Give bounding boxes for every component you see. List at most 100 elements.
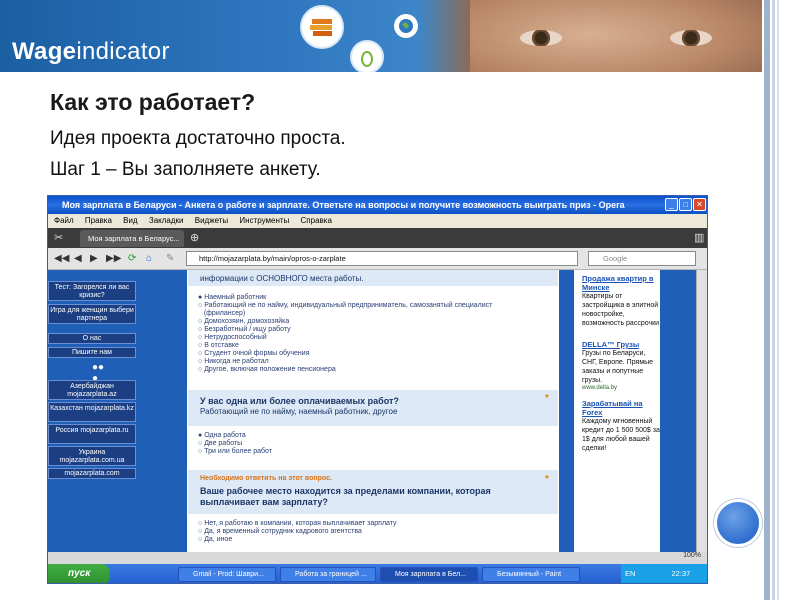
option-three-jobs[interactable]: ○ Три или более работ <box>198 448 272 455</box>
option-label: Домохозяин, домохозяйка <box>204 318 290 325</box>
nav-women-game[interactable]: Игра для женщин выбери партнера <box>48 304 136 324</box>
reload-icon[interactable]: ⟳ <box>128 253 136 264</box>
forward-icon[interactable]: ▶ <box>90 253 98 264</box>
option-one-job[interactable]: ● Одна работа <box>198 432 246 439</box>
option-label: Нетрудоспособный <box>204 334 267 341</box>
option-label: В отставке <box>204 342 239 349</box>
option-label: (фрилансер) <box>203 310 246 317</box>
books-icon <box>300 5 344 49</box>
tab-label: Моя зарплата в Беларус... <box>88 234 180 243</box>
browser-screenshot: Моя зарплата в Беларуси - Анкета о работ… <box>47 195 708 584</box>
option-student[interactable]: ○ Студент очной формы обучения <box>198 350 309 357</box>
back-icon[interactable]: ◀ <box>74 253 82 264</box>
option-employee[interactable]: ● Наемный работник <box>198 294 266 301</box>
nav-russia[interactable]: Россия mojazarplata.ru <box>48 424 136 444</box>
slide-title: Как это работает? <box>50 89 256 115</box>
menu-bar: Файл Правка Вид Закладки Виджеты Инструм… <box>48 214 707 228</box>
ad-3-body: Каждому мгновенный кредит до 1 500 500$ … <box>582 418 660 452</box>
nav-about[interactable]: О нас <box>48 333 136 344</box>
search-input[interactable]: Google <box>588 251 696 266</box>
ad-2-body: Грузы по Беларуси, СНГ, Европе. Прямые з… <box>582 350 654 384</box>
task-gmail[interactable]: Gmail - Prod: Шаври... <box>178 567 276 582</box>
option-works-in-company[interactable]: ○ Нет, я работаю в компании, которая вып… <box>198 520 397 527</box>
right-decor-bar <box>777 0 779 600</box>
option-other-yes[interactable]: ○ Да, иное <box>198 536 232 543</box>
option-never-worked[interactable]: ○ Никогда не работал <box>198 358 269 365</box>
option-label: Нет, я работаю в компании, которая выпла… <box>204 520 397 527</box>
browser-tab[interactable]: Моя зарплата в Беларус... <box>80 230 184 247</box>
ad-3-title[interactable]: Зарабатывай на Forex <box>582 399 660 417</box>
option-label: Наемный работник <box>204 294 267 301</box>
brand-suffix: indicator <box>76 38 170 65</box>
question-1-tail: информации с ОСНОВНОГО места работы. <box>200 274 364 283</box>
nav-crisis-test[interactable]: Тест: Загорелся ли вас кризис? <box>48 281 136 301</box>
ads-column: Продажа квартир в Минске Квартиры от зас… <box>574 270 660 552</box>
menu-file[interactable]: Файл <box>54 216 74 225</box>
task-mojazarplata[interactable]: Моя зарплата в Бел... <box>380 567 478 582</box>
option-label: Да, иное <box>204 536 233 543</box>
option-temp-agency[interactable]: ○ Да, я временный сотрудник кадрового аг… <box>198 528 362 535</box>
slide-line-2: Шаг 1 – Вы заполняете анкету. <box>50 159 321 180</box>
option-homemaker[interactable]: ○ Домохозяин, домохозяйка <box>198 318 289 325</box>
minimize-button[interactable]: _ <box>665 198 678 211</box>
banner-eye-left <box>520 30 562 46</box>
option-retired[interactable]: ○ В отставке <box>198 342 239 349</box>
option-label: Студент очной формы обучения <box>204 350 310 357</box>
option-label: Две работы <box>204 440 243 447</box>
nav-contact[interactable]: Пишите нам <box>48 347 136 358</box>
task-paint[interactable]: Безымянный - Paint <box>482 567 580 582</box>
maximize-button[interactable]: □ <box>679 198 692 211</box>
globe-icon <box>394 14 418 38</box>
option-label: Другое, включая положение пенсионера <box>204 366 336 373</box>
window-titlebar: Моя зарплата в Беларуси - Анкета о работ… <box>48 196 707 214</box>
brand-logo: Wageindicator <box>12 38 170 66</box>
ad-2-title[interactable]: DELLA™ Грузы <box>582 340 660 349</box>
back-rewind-icon[interactable]: ◀◀ <box>54 253 69 264</box>
option-two-jobs[interactable]: ○ Две работы <box>198 440 242 447</box>
nav-ukraine[interactable]: Украина mojazarplata.com.ua <box>48 446 136 466</box>
menu-view[interactable]: Вид <box>123 216 137 225</box>
forward-rewind-icon[interactable]: ▶▶ <box>106 253 121 264</box>
option-disabled[interactable]: ○ Нетрудоспособный <box>198 334 267 341</box>
option-other[interactable]: ○ Другое, включая положение пенсионера <box>198 366 336 373</box>
option-label: Безработный / ищу работу <box>204 326 291 333</box>
address-bar[interactable]: http://mojazarplata.by/main/opros-o-zarp… <box>186 251 578 266</box>
required-star: * <box>545 474 549 485</box>
menu-edit[interactable]: Правка <box>85 216 112 225</box>
right-decor-bar <box>764 0 770 600</box>
zoom-level[interactable]: 100% <box>683 552 701 559</box>
banner-face-photo <box>470 0 762 72</box>
tools-icon[interactable]: ✂ <box>54 231 63 244</box>
right-decor-bar <box>772 0 775 600</box>
vertical-scrollbar[interactable] <box>696 270 707 552</box>
system-tray: EN 22:37 <box>621 564 707 583</box>
menu-tools[interactable]: Инструменты <box>239 216 289 225</box>
language-indicator[interactable]: EN <box>625 569 635 578</box>
option-label: Никогда не работал <box>204 358 269 365</box>
slide-line-1: Идея проекта достаточно проста. <box>50 128 346 149</box>
option-self-employed[interactable]: ○ Работающий не по найму, индивидуальный… <box>198 302 492 309</box>
close-button[interactable]: ✕ <box>693 198 706 211</box>
nav-kazakhstan[interactable]: Казахстан mojazarplata.kz <box>48 402 136 422</box>
start-button[interactable]: пуск <box>48 564 110 583</box>
address-text: http://mojazarplata.by/main/opros-o-zarp… <box>199 254 346 263</box>
start-label: пуск <box>68 568 91 579</box>
nav-international[interactable]: mojazarplata.com <box>48 468 136 479</box>
required-star: * <box>545 393 549 404</box>
question-2-text: У вас одна или более оплачиваемых работ? <box>200 396 399 406</box>
taskbar <box>48 564 707 583</box>
edit-icon[interactable]: ✎ <box>166 253 174 264</box>
option-label: Работающий не по найму, индивидуальный п… <box>204 302 493 309</box>
menu-widgets[interactable]: Виджеты <box>195 216 228 225</box>
task-work-abroad[interactable]: Работа за границей ... <box>280 567 376 582</box>
trash-icon[interactable]: ▥ <box>694 231 704 244</box>
ad-1-title[interactable]: Продажа квартир в Минске <box>582 274 660 292</box>
new-tab-icon[interactable]: ⊕ <box>190 231 199 244</box>
option-unemployed[interactable]: ○ Безработный / ищу работу <box>198 326 291 333</box>
nav-azerbaijan[interactable]: Азербайджан mojazarplata.az <box>48 380 136 400</box>
ad-1-body: Квартиры от застройщика в элитной новост… <box>582 293 660 327</box>
menu-bookmarks[interactable]: Закладки <box>149 216 184 225</box>
menu-help[interactable]: Справка <box>301 216 332 225</box>
home-icon[interactable]: ⌂ <box>146 253 152 264</box>
question-3-text: Ваше рабочее место находится за пределам… <box>200 486 491 507</box>
